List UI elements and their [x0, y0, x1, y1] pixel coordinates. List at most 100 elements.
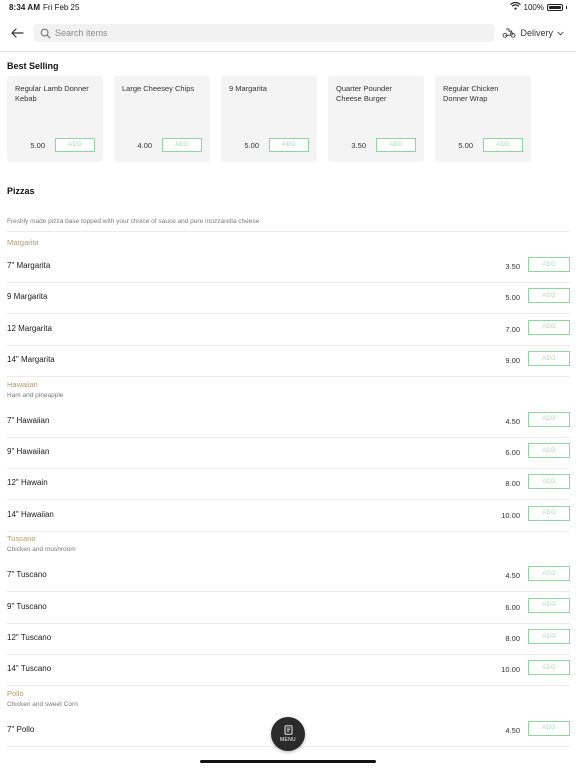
menu-item-price: 6.00 [505, 448, 520, 457]
best-selling-card[interactable]: Large Cheesey Chips 4.00 ADD [114, 76, 210, 161]
description-divider [7, 231, 569, 232]
menu-item-price: 9.00 [505, 356, 520, 366]
menu-item-name: 14" Tuscano [7, 664, 52, 674]
top-bar: Delivery [0, 19, 576, 47]
card-item-name: Regular Chicken Donner Wrap [443, 84, 499, 103]
menu-item-name: 14" Margarita [7, 355, 55, 365]
card-item-price: 5.00 [458, 141, 473, 150]
menu-item-row[interactable]: 14" Hawaiian 10.00 ADD [7, 501, 570, 532]
menu-item-name: 7" Pollo [7, 724, 35, 734]
menu-item-row[interactable]: 14" Margarita 9.00 ADD [7, 346, 570, 378]
status-bar: 8:34 AM Fri Feb 25 100% [0, 0, 576, 16]
menu-item-add-button[interactable]: ADD [528, 411, 570, 427]
menu-item-name: 12" Tuscano [7, 633, 52, 642]
menu-item-price: 6.00 [505, 602, 520, 612]
group-title: Tuscano [7, 534, 36, 544]
battery-percent: 100% [523, 2, 544, 12]
menu-item-row[interactable]: 9" Hawaiian 6.00 ADD [7, 438, 570, 469]
status-right: 100% [509, 1, 567, 12]
card-add-button[interactable]: ADD [162, 138, 202, 152]
menu-item-name: 14" Hawaiian [7, 509, 54, 519]
menu-item-name: 7" Hawaiian [7, 415, 50, 425]
menu-item-price: 3.50 [505, 262, 520, 271]
chevron-down-icon [557, 28, 564, 38]
menu-item-row[interactable]: 12 Margarita 7.00 ADD [7, 315, 570, 346]
menu-item-row[interactable]: 7" Margarita 3.50 ADD [7, 252, 570, 283]
menu-item-add-button[interactable]: ADD [528, 351, 570, 367]
card-add-button[interactable]: ADD [376, 138, 416, 152]
menu-item-row[interactable]: 12" Tuscano 8.00 ADD [7, 624, 570, 655]
card-add-button[interactable]: ADD [55, 138, 95, 152]
menu-item-price: 10.00 [501, 510, 520, 520]
back-button[interactable] [8, 24, 26, 42]
card-item-price: 3.50 [351, 141, 366, 150]
menu-item-row[interactable]: 9" Tuscano 6.00 ADD [7, 593, 570, 624]
menu-item-add-button[interactable]: ADD [528, 288, 570, 304]
menu-item-add-button[interactable]: ADD [528, 597, 570, 613]
header-divider [0, 51, 576, 52]
best-selling-card[interactable]: 9 Margarita 5.00 ADD [221, 76, 317, 161]
group-subtitle: Chicken and mushroom [7, 546, 76, 554]
menu-item-name: 9" Hawaiian [7, 447, 50, 456]
delivery-selector[interactable]: Delivery [502, 24, 564, 42]
menu-item-price: 4.50 [505, 416, 520, 426]
delivery-label: Delivery [520, 28, 553, 38]
menu-button-label: MENU [280, 737, 296, 743]
group-subtitle: Ham and pineapple [7, 391, 64, 399]
battery-tip [566, 5, 567, 9]
menu-item-name: 12 Margarita [7, 323, 52, 333]
wifi-icon [509, 1, 521, 12]
menu-item-name: 7" Margarita [7, 261, 51, 270]
menu-item-name: 9 Margarita [7, 292, 48, 302]
group-title: Pollo [7, 688, 24, 698]
search-icon [40, 28, 51, 39]
best-selling-card[interactable]: Regular Chicken Donner Wrap 5.00 ADD [435, 76, 531, 161]
card-add-button[interactable]: ADD [483, 138, 523, 152]
menu-item-row[interactable]: 12" Hawain 8.00 ADD [7, 469, 570, 501]
best-selling-card[interactable]: Regular Lamb Donner Kebab 5.00 ADD [7, 76, 103, 161]
menu-item-row[interactable]: 7" Hawaiian 4.50 ADD [7, 407, 570, 438]
menu-item-add-button[interactable]: ADD [528, 443, 570, 458]
menu-item-add-button[interactable]: ADD [528, 319, 570, 335]
battery-icon [547, 3, 563, 11]
search-input[interactable] [55, 28, 475, 38]
pizzas-description: Freshly made pizza base topped with your… [7, 218, 260, 225]
menu-item-price: 10.00 [501, 665, 520, 675]
menu-item-price: 4.50 [505, 725, 520, 735]
menu-item-price: 8.00 [505, 479, 520, 489]
menu-item-name: 12" Hawain [7, 478, 48, 488]
menu-item-price: 8.00 [505, 634, 520, 643]
card-item-name: Quarter Pounder Cheese Burger [336, 84, 392, 103]
card-item-name: 9 Margarita [229, 84, 267, 93]
best-selling-carousel: Regular Lamb Donner Kebab 5.00 ADD Large Ch… [7, 76, 531, 161]
menu-button[interactable]: MENU [271, 717, 305, 751]
menu-item-row[interactable]: 14" Tuscano 10.00 ADD [7, 655, 570, 687]
menu-item-row[interactable]: 9 Margarita 5.00 ADD [7, 283, 570, 315]
group-subtitle: Chicken and sweet Corn [7, 700, 78, 708]
search-bar[interactable] [34, 24, 494, 42]
best-selling-title: Best Selling [7, 61, 59, 71]
menu-item-price: 7.00 [505, 324, 520, 334]
group-title: Hawaiian [7, 379, 38, 389]
menu-item-name: 7" Tuscano [7, 570, 47, 580]
menu-item-price: 5.00 [505, 293, 520, 303]
group-title: Margarita [7, 238, 39, 247]
menu-item-name: 9" Tuscano [7, 601, 47, 611]
menu-item-add-button[interactable]: ADD [528, 720, 570, 736]
best-selling-card[interactable]: Quarter Pounder Cheese Burger 3.50 ADD [328, 76, 424, 161]
card-item-price: 5.00 [30, 141, 45, 150]
card-add-button[interactable]: ADD [269, 138, 309, 152]
menu-item-add-button[interactable]: ADD [528, 257, 570, 272]
menu-item-add-button[interactable]: ADD [528, 629, 570, 644]
menu-item-add-button[interactable]: ADD [528, 474, 570, 490]
menu-item-add-button[interactable]: ADD [528, 660, 570, 676]
menu-book-icon [284, 725, 292, 735]
menu-item-row[interactable]: 7" Tuscano 4.50 ADD [7, 561, 570, 593]
menu-item-add-button[interactable]: ADD [528, 566, 570, 582]
status-date: Fri Feb 25 [43, 3, 80, 12]
scooter-icon [502, 27, 516, 40]
menu-item-price: 4.50 [505, 571, 520, 581]
home-indicator [200, 760, 376, 763]
card-item-name: Large Cheesey Chips [122, 84, 195, 93]
menu-item-add-button[interactable]: ADD [528, 505, 570, 521]
